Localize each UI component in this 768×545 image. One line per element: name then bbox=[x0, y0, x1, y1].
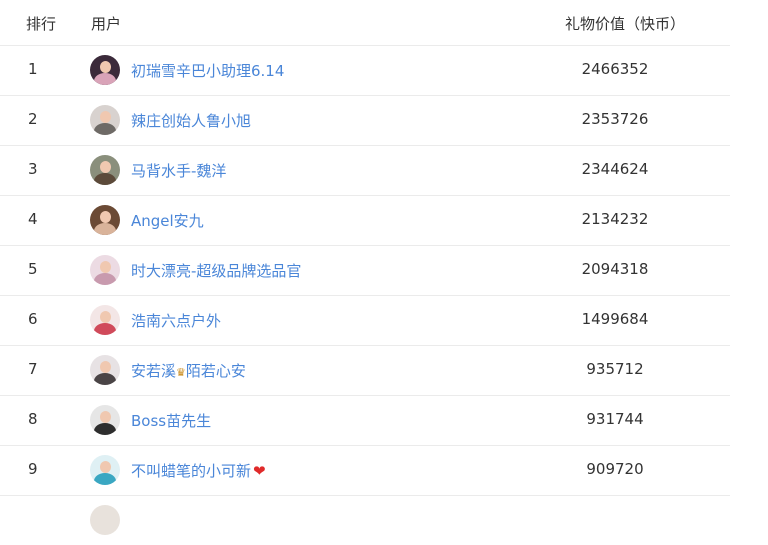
rank-number: 9 bbox=[28, 460, 38, 478]
gift-value: 2134232 bbox=[581, 210, 649, 228]
table-row: 9 不叫蜡笔的小可新 ❤ 909720 bbox=[0, 445, 730, 496]
rank-number: 8 bbox=[28, 410, 38, 428]
avatar[interactable] bbox=[90, 305, 120, 335]
gift-value: 935712 bbox=[586, 360, 644, 378]
header-rank: 排行 bbox=[26, 15, 57, 33]
table-row: 8 Boss苗先生 931744 bbox=[0, 395, 730, 446]
gift-value: 931744 bbox=[586, 410, 644, 428]
username-link[interactable]: 安若溪♛陌若心安 bbox=[131, 360, 246, 381]
gift-value: 2344624 bbox=[581, 160, 649, 178]
rank-number: 7 bbox=[28, 360, 38, 378]
rank-number: 6 bbox=[28, 310, 38, 328]
username-link[interactable]: 浩南六点户外 bbox=[131, 310, 221, 331]
avatar[interactable] bbox=[90, 55, 120, 85]
table-header: 排行 用户 礼物价值（快币） bbox=[0, 0, 730, 46]
table-row: 3 马背水手-魏洋 2344624 bbox=[0, 145, 730, 196]
gift-value: 1499684 bbox=[581, 310, 649, 328]
username-link[interactable]: 初瑞雪辛巴小助理6.14 bbox=[131, 60, 284, 81]
username-link[interactable]: 辣庄创始人鲁小旭 bbox=[131, 110, 251, 131]
table-row: 7 安若溪♛陌若心安 935712 bbox=[0, 345, 730, 396]
gift-ranking-table: 排行 用户 礼物价值（快币） 1 初瑞雪辛巴小助理6.14 2466352 2 … bbox=[0, 0, 768, 535]
header-gift-value: 礼物价值（快币） bbox=[565, 15, 686, 33]
rank-number: 4 bbox=[28, 210, 38, 228]
rank-number: 2 bbox=[28, 110, 38, 128]
avatar[interactable] bbox=[90, 455, 120, 485]
table-row: 2 辣庄创始人鲁小旭 2353726 bbox=[0, 95, 730, 146]
rank-number: 3 bbox=[28, 160, 38, 178]
gift-value: 909720 bbox=[586, 460, 644, 478]
username-link[interactable]: Boss苗先生 bbox=[131, 410, 211, 431]
gift-value: 2094318 bbox=[581, 260, 649, 278]
username-link[interactable]: 时大漂亮-超级品牌选品官 bbox=[131, 260, 301, 281]
username-link[interactable]: 不叫蜡笔的小可新 ❤ bbox=[131, 460, 266, 481]
table-row: 1 初瑞雪辛巴小助理6.14 2466352 bbox=[0, 45, 730, 96]
avatar[interactable] bbox=[90, 205, 120, 235]
avatar[interactable] bbox=[90, 355, 120, 385]
crown-icon: ♛ bbox=[176, 366, 186, 379]
table-row: 4 Angel安九 2134232 bbox=[0, 195, 730, 246]
table-row: 6 浩南六点户外 1499684 bbox=[0, 295, 730, 346]
rank-number: 5 bbox=[28, 260, 38, 278]
gift-value: 2466352 bbox=[581, 60, 649, 78]
avatar[interactable] bbox=[90, 255, 120, 285]
table-row-partial bbox=[0, 495, 730, 545]
rank-number: 1 bbox=[28, 60, 38, 78]
avatar[interactable] bbox=[90, 105, 120, 135]
table-row: 5 时大漂亮-超级品牌选品官 2094318 bbox=[0, 245, 730, 296]
username-link[interactable]: 马背水手-魏洋 bbox=[131, 160, 226, 181]
heart-icon: ❤ bbox=[253, 462, 266, 480]
gift-value: 2353726 bbox=[581, 110, 649, 128]
header-user: 用户 bbox=[91, 15, 122, 33]
username-link[interactable]: Angel安九 bbox=[131, 210, 204, 231]
avatar[interactable] bbox=[90, 155, 120, 185]
avatar[interactable] bbox=[90, 405, 120, 435]
